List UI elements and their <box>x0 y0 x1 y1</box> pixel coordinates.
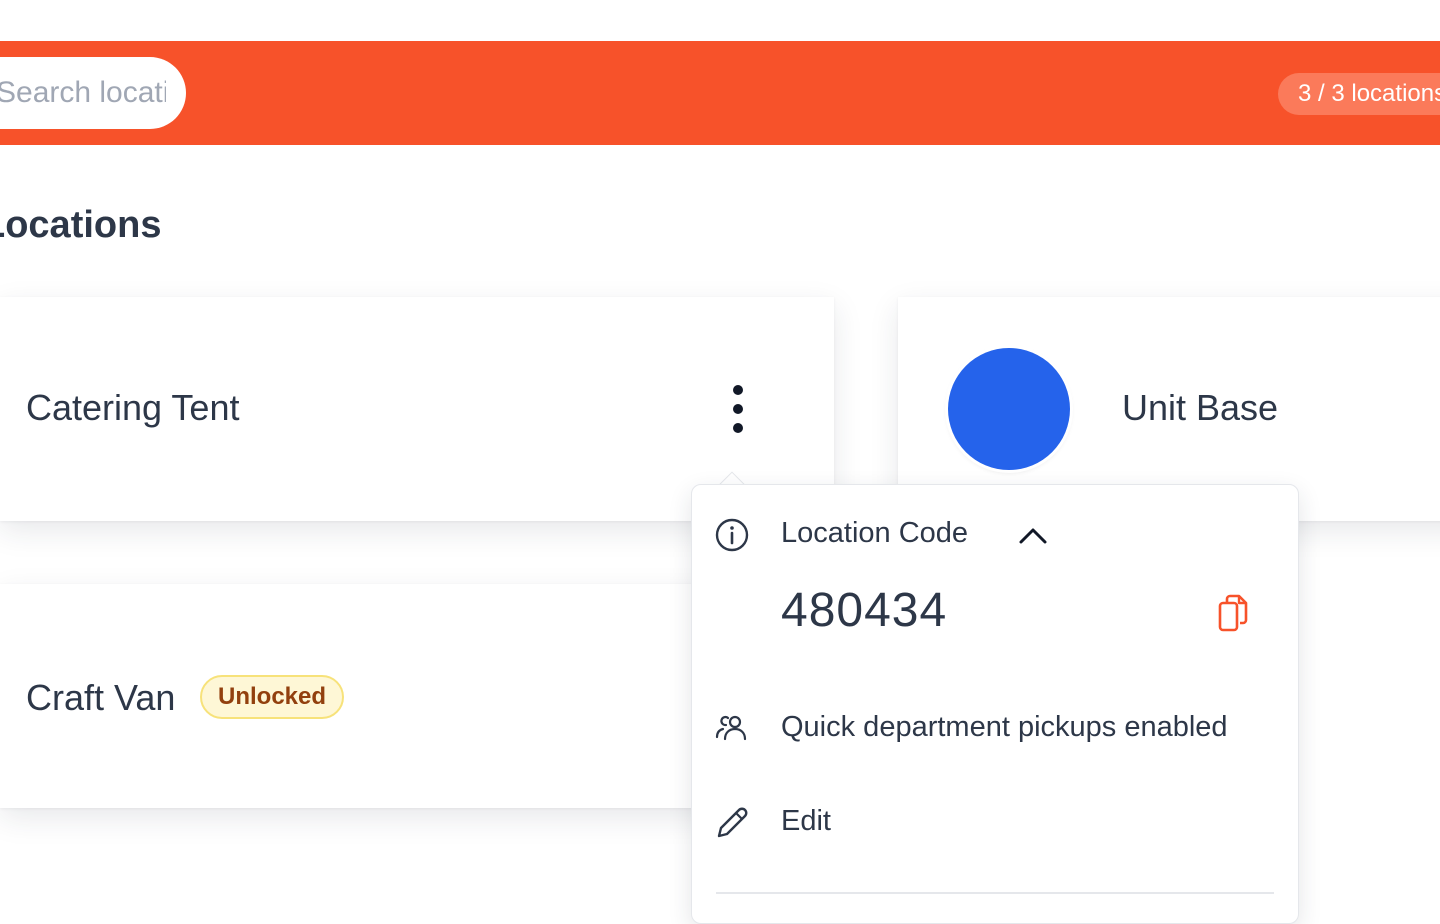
location-code-value: 480434 <box>781 584 948 637</box>
location-actions-popover: Location Code 480434 Quick department pi… <box>691 484 1299 924</box>
copy-icon[interactable] <box>1216 593 1250 633</box>
location-name: Unit Base <box>1122 387 1279 428</box>
location-code-label: Location Code <box>781 517 969 549</box>
search-input[interactable] <box>0 76 166 110</box>
search-box[interactable] <box>0 57 186 129</box>
divider <box>716 892 1274 894</box>
chevron-up-icon[interactable] <box>1018 522 1048 548</box>
top-header-bar: 3 / 3 locations <box>0 41 1440 145</box>
popover-arrow <box>716 466 746 486</box>
location-name: Craft Van <box>26 677 176 718</box>
pencil-icon <box>717 807 748 838</box>
status-badge: Unlocked <box>200 675 345 719</box>
users-icon <box>715 715 747 741</box>
location-code-row: Location Code <box>692 513 1298 557</box>
edit-label: Edit <box>781 805 831 837</box>
page-title: Locations <box>0 204 162 246</box>
kebab-menu-icon[interactable] <box>720 379 756 439</box>
location-name: Catering Tent <box>26 387 240 428</box>
location-count-badge: 3 / 3 locations <box>1278 73 1440 115</box>
quick-pickups-label: Quick department pickups enabled <box>781 711 1228 743</box>
info-circle-icon <box>715 518 749 552</box>
location-avatar <box>948 348 1070 470</box>
edit-menu-item[interactable]: Edit <box>692 801 1298 845</box>
quick-pickups-row: Quick department pickups enabled <box>692 707 1298 751</box>
